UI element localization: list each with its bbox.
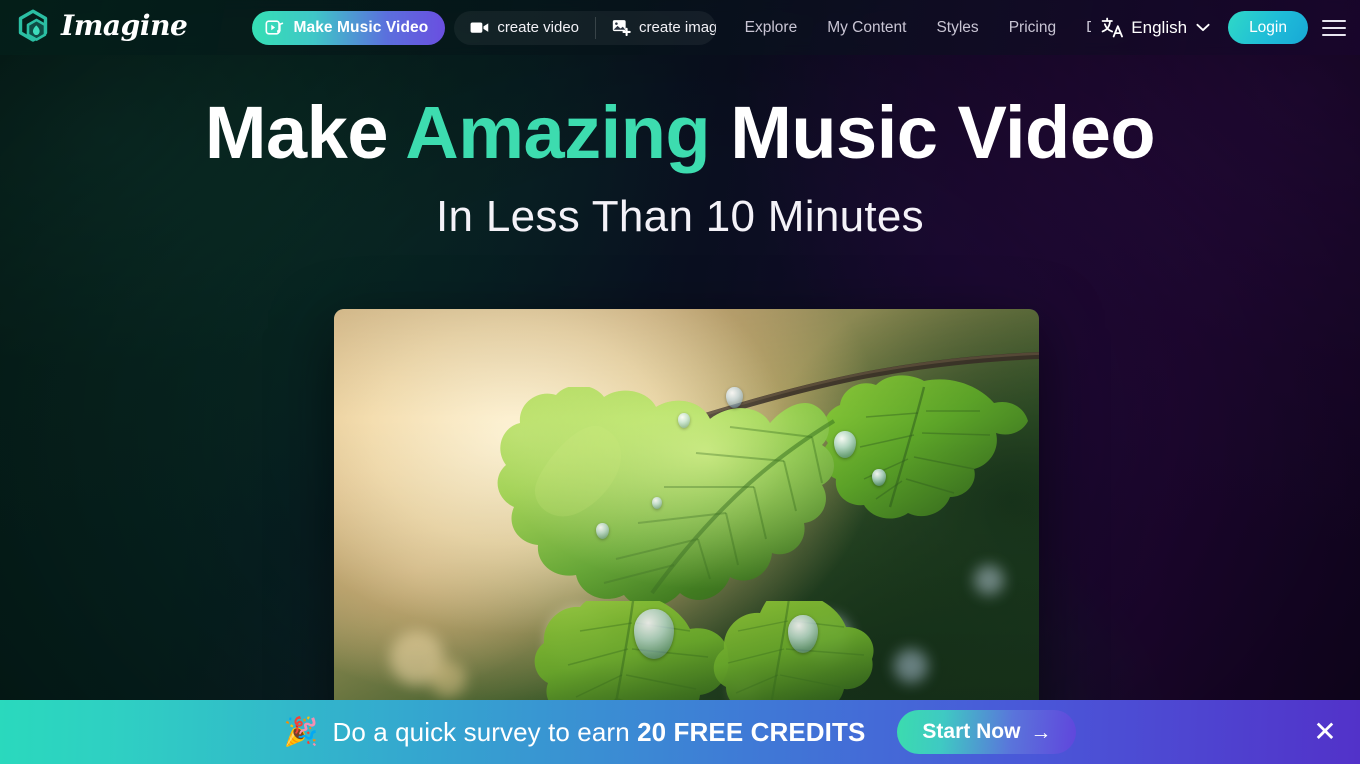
primary-navigation: Explore My Content Styles Pricing Docur (730, 19, 1092, 37)
hexagon-gem-logo-icon (14, 8, 54, 48)
survey-banner-text: Do a quick survey to earn 20 FREE CREDIT… (332, 717, 865, 748)
make-music-video-label: Make Music Video (293, 18, 429, 36)
create-segmented-group: create video create image (454, 10, 716, 45)
video-camera-icon (470, 20, 489, 35)
hero-image[interactable] (334, 309, 1039, 728)
hero-section: Make Amazing Music Video In Less Than 10… (0, 55, 1360, 242)
bokeh-highlight (430, 661, 466, 697)
create-video-button[interactable]: create video (454, 11, 595, 45)
headline-part-1: Make (204, 91, 406, 174)
image-plus-icon (612, 19, 631, 36)
logo[interactable]: Imagine (14, 8, 188, 48)
arrow-right-icon: → (1030, 720, 1052, 744)
login-button[interactable]: Login (1228, 11, 1308, 44)
bokeh-highlight (974, 565, 1004, 595)
survey-banner: 🎉 Do a quick survey to earn 20 FREE CRED… (0, 700, 1360, 764)
create-video-label: create video (497, 19, 580, 36)
survey-text-highlight: 20 FREE CREDITS (637, 716, 866, 747)
nav-link-pricing[interactable]: Pricing (994, 19, 1071, 37)
header-right-cluster: English Login (1091, 11, 1360, 44)
site-header: Imagine Make Music Video create video cr… (0, 0, 1360, 55)
party-popper-icon: 🎉 (283, 716, 319, 747)
start-now-label: Start Now (922, 720, 1021, 743)
logo-text: Imagine (61, 9, 188, 42)
create-image-button[interactable]: create image (596, 11, 716, 45)
hamburger-menu-icon[interactable] (1322, 15, 1348, 41)
headline-accent: Amazing (405, 91, 711, 174)
language-selector[interactable]: English (1091, 17, 1220, 38)
close-icon[interactable]: ✕ (1310, 717, 1340, 747)
nav-link-styles[interactable]: Styles (921, 19, 993, 37)
nav-link-explore[interactable]: Explore (730, 19, 813, 37)
translate-icon (1101, 17, 1124, 38)
create-image-label: create image (639, 19, 716, 36)
survey-text-before: Do a quick survey to earn (332, 716, 638, 747)
page-title: Make Amazing Music Video (0, 96, 1360, 170)
page-subtitle: In Less Than 10 Minutes (436, 192, 924, 241)
chevron-down-icon (1196, 23, 1210, 32)
headline-part-2: Music Video (710, 91, 1156, 174)
start-now-button[interactable]: Start Now → (897, 710, 1077, 754)
language-label: English (1131, 17, 1188, 37)
make-music-video-button[interactable]: Make Music Video (252, 10, 446, 45)
video-music-icon (265, 18, 284, 37)
nav-link-my-content[interactable]: My Content (812, 19, 921, 37)
nav-link-docs[interactable]: Docur (1071, 19, 1091, 37)
